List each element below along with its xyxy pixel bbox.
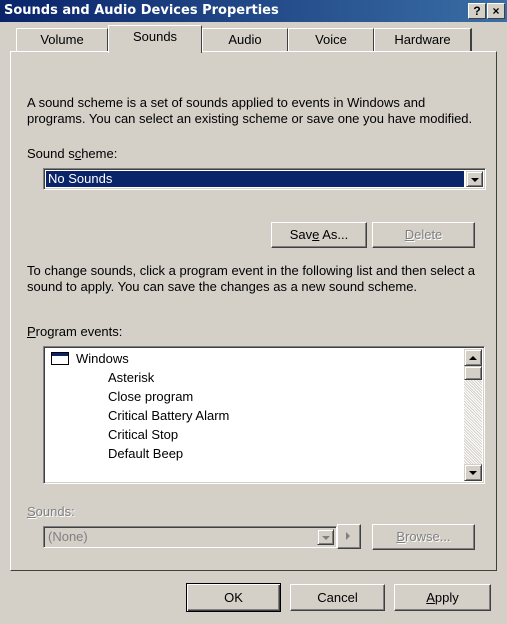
save-as-button[interactable]: Save As... <box>271 222 367 248</box>
tab-sounds[interactable]: Sounds <box>108 25 202 53</box>
chevron-up-icon <box>469 356 477 360</box>
chevron-down-icon <box>469 471 477 475</box>
tab-voice[interactable]: Voice <box>288 28 374 51</box>
title-bar[interactable]: Sounds and Audio Devices Properties ? × <box>0 0 507 22</box>
sound-scheme-selected: No Sounds <box>46 171 464 187</box>
scroll-thumb[interactable] <box>464 366 482 380</box>
sound-scheme-dropdown[interactable]: No Sounds <box>43 168 486 190</box>
list-item[interactable]: Default Beep <box>46 444 463 463</box>
scheme-description: A sound scheme is a set of sounds applie… <box>27 95 473 126</box>
sounds-value: (None) <box>48 529 88 544</box>
dropdown-arrow-button[interactable] <box>466 171 483 187</box>
window-icon <box>51 352 69 365</box>
sound-scheme-label: Sound scheme: <box>27 146 118 161</box>
list-viewport: Windows Asterisk Close program Critical … <box>46 349 463 481</box>
play-icon <box>346 532 350 540</box>
sounds-tab-panel: A sound scheme is a set of sounds applie… <box>10 51 497 571</box>
list-item[interactable]: Critical Battery Alarm <box>46 406 463 425</box>
chevron-down-icon <box>322 536 330 540</box>
tab-volume[interactable]: Volume <box>16 28 108 51</box>
program-events-list[interactable]: Windows Asterisk Close program Critical … <box>43 346 485 484</box>
list-item[interactable]: Close program <box>46 387 463 406</box>
tab-audio[interactable]: Audio <box>202 28 288 51</box>
sounds-label: Sounds: <box>27 504 75 519</box>
list-group-label: Windows <box>76 351 129 366</box>
scroll-down-button[interactable] <box>464 464 482 481</box>
window-title: Sounds and Audio Devices Properties <box>4 3 279 18</box>
tab-hardware[interactable]: Hardware <box>374 28 472 51</box>
browse-button[interactable]: Browse... <box>372 524 475 550</box>
scroll-up-button[interactable] <box>464 349 482 366</box>
list-item[interactable]: Critical Stop <box>46 425 463 444</box>
apply-button[interactable]: Apply <box>394 584 491 611</box>
chevron-down-icon <box>471 178 479 182</box>
play-sound-button[interactable] <box>337 524 361 549</box>
ok-button[interactable]: OK <box>186 583 281 612</box>
program-events-label: Program events: <box>27 324 123 339</box>
list-group-windows[interactable]: Windows <box>46 349 446 368</box>
help-button[interactable]: ? <box>468 3 486 19</box>
vertical-scrollbar[interactable] <box>464 349 482 481</box>
sounds-dropdown[interactable]: (None) <box>43 526 337 548</box>
events-description: To change sounds, click a program event … <box>27 263 476 294</box>
close-button[interactable]: × <box>487 3 505 19</box>
cancel-button[interactable]: Cancel <box>290 584 385 611</box>
sounds-dropdown-arrow[interactable] <box>317 529 334 545</box>
dialog-window: Sounds and Audio Devices Properties ? × … <box>0 0 507 624</box>
delete-button[interactable]: Delete <box>372 222 475 248</box>
list-item[interactable]: Asterisk <box>46 368 463 387</box>
